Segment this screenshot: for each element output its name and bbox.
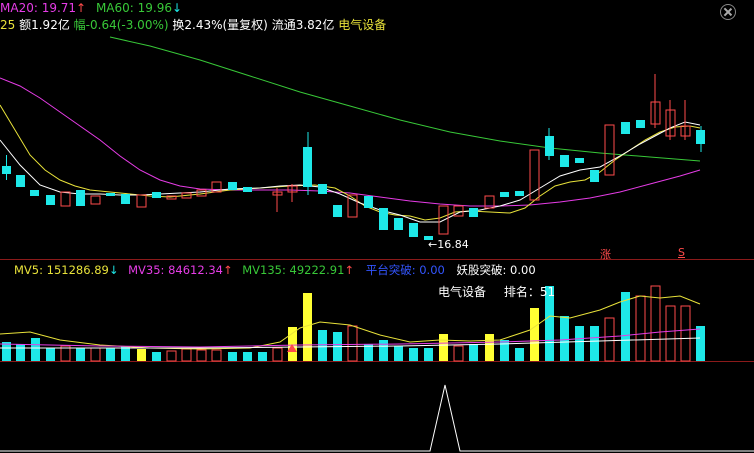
mv5-value: MV5: 151286.89 xyxy=(14,263,109,277)
rank-sector-name: 电气设备 xyxy=(438,285,487,299)
low-price-marker: ←16.84 xyxy=(428,238,469,251)
breakout-indicator-line xyxy=(0,384,754,452)
mv35-arrow-icon: ↑ xyxy=(222,263,233,277)
zhang-signal: 涨 xyxy=(600,248,611,261)
rank-label: 排名： xyxy=(503,285,540,299)
ma5-line xyxy=(0,104,701,221)
volume-bars xyxy=(2,285,705,362)
ma20-line xyxy=(0,77,701,207)
platform-breakout-value: 平台突破: 0.00 xyxy=(365,263,445,277)
mv35-value: MV35: 84612.34 xyxy=(128,263,223,277)
demon-breakout-value: 妖股突破: 0.00 xyxy=(456,263,536,277)
mv135-arrow-icon: ↑ xyxy=(344,263,355,277)
sector-rank: 电气设备 排名：51 xyxy=(438,283,555,300)
volume-header: MV5: 151286.89↓ MV35: 84612.34↑ MV135: 4… xyxy=(14,262,536,278)
ma60-line xyxy=(109,36,701,162)
mv135-value: MV135: 49222.91 xyxy=(242,263,345,277)
kline-chart xyxy=(0,36,754,452)
s-signal: S xyxy=(678,246,685,259)
candles xyxy=(2,74,705,240)
rank-value: 51 xyxy=(539,285,556,299)
mv5-arrow-icon: ↓ xyxy=(108,263,119,277)
